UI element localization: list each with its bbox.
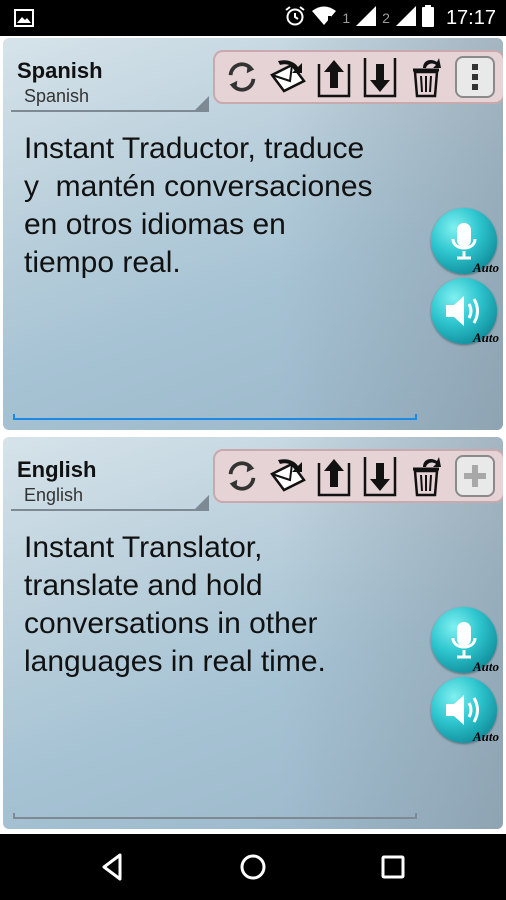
speaker-auto-badge: Auto: [472, 330, 499, 345]
arrow-up-icon: [317, 60, 351, 98]
target-text-output[interactable]: Instant Translator, translate and hold c…: [24, 529, 414, 681]
arrow-down-icon: [363, 58, 397, 98]
arrow-down-icon: [363, 457, 397, 497]
home-button[interactable]: [238, 852, 268, 882]
target-language-panel: English English Instant Translator, tran…: [3, 437, 503, 829]
speaker-icon: [446, 296, 479, 326]
source-language-subtitle: Spanish: [24, 86, 90, 106]
home-circle-icon: [240, 854, 266, 880]
upload-button[interactable]: [313, 54, 355, 100]
share-envelope-icon: [270, 60, 306, 93]
share-button[interactable]: [267, 453, 309, 499]
back-triangle-icon: [102, 853, 122, 881]
speaker-icon: [446, 695, 479, 725]
sim2-label: 2: [382, 10, 390, 26]
trash-icon: [413, 457, 441, 497]
target-mic-button[interactable]: Auto: [431, 607, 499, 674]
upload-button[interactable]: [313, 453, 355, 499]
plus-icon: [464, 465, 486, 487]
status-bar: 1 2 17:17: [0, 0, 506, 36]
share-button[interactable]: [267, 54, 309, 100]
navigation-bar: [0, 834, 506, 900]
signal-sim2-icon: [395, 5, 416, 31]
source-speaker-button[interactable]: Auto: [431, 278, 499, 345]
clock: 17:17: [445, 6, 496, 29]
mic-auto-badge: Auto: [472, 260, 499, 275]
source-language-panel: Spanish Spanish Instant Traductor, tradu…: [3, 38, 503, 430]
speaker-auto-badge: Auto: [472, 729, 499, 744]
microphone-icon: [451, 223, 477, 260]
back-button[interactable]: [98, 852, 128, 882]
more-options-button[interactable]: [455, 56, 495, 98]
target-speaker-button[interactable]: Auto: [431, 677, 499, 744]
recents-square-icon: [381, 855, 405, 879]
delete-button[interactable]: [405, 54, 447, 100]
target-toolbar: [213, 449, 503, 503]
wifi-icon: [312, 6, 337, 31]
share-envelope-icon: [270, 459, 306, 492]
source-mic-button[interactable]: Auto: [431, 208, 499, 275]
source-toolbar: [213, 50, 503, 104]
source-text-input[interactable]: Instant Traductor, traduce y mantén conv…: [24, 130, 414, 282]
refresh-button[interactable]: [221, 453, 263, 499]
gallery-notification-icon: [14, 8, 34, 33]
download-button[interactable]: [359, 54, 401, 100]
dropdown-caret-icon: [195, 495, 209, 509]
trash-icon: [413, 58, 441, 98]
alarm-icon: [284, 5, 306, 32]
source-language-title: Spanish: [17, 58, 103, 83]
target-text-underline: [13, 813, 417, 819]
refresh-icon: [228, 62, 256, 92]
mic-auto-badge: Auto: [472, 659, 499, 674]
refresh-icon: [228, 461, 256, 491]
arrow-up-icon: [317, 459, 351, 497]
source-language-selector[interactable]: Spanish Spanish: [11, 52, 209, 112]
target-language-title: English: [17, 457, 97, 482]
dropdown-caret-icon: [195, 96, 209, 110]
target-language-subtitle: English: [24, 485, 84, 505]
target-language-selector[interactable]: English English: [11, 451, 209, 511]
source-text-underline: [13, 414, 417, 420]
microphone-icon: [451, 622, 477, 659]
download-button[interactable]: [359, 453, 401, 499]
signal-sim1-icon: [356, 5, 377, 31]
recents-button[interactable]: [378, 852, 408, 882]
add-button[interactable]: [455, 455, 495, 497]
delete-button[interactable]: [405, 453, 447, 499]
refresh-button[interactable]: [221, 54, 263, 100]
sim1-label: 1: [342, 10, 351, 26]
battery-icon: [421, 4, 434, 32]
more-vertical-icon: [472, 64, 478, 90]
